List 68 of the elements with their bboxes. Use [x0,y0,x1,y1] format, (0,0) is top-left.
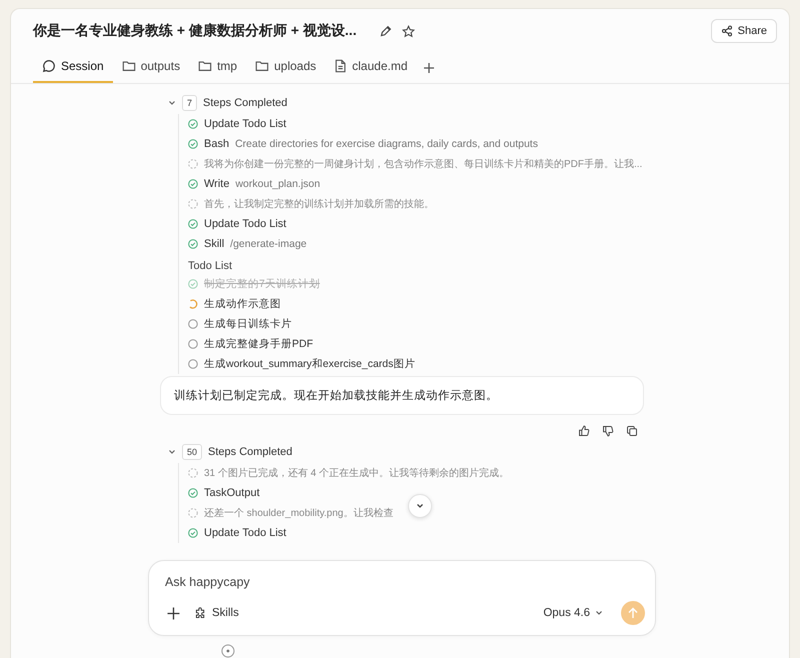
step-detail: 还差一个 shoulder_mobility.png。让我检查 [204,506,394,520]
folder-icon [255,59,270,73]
thumbs-up-icon[interactable] [576,423,592,439]
check-circle-icon [188,279,198,289]
step-detail: /generate-image [230,238,307,250]
empty-circle-icon [188,339,198,349]
add-icon[interactable] [165,604,182,622]
progress-arc-icon [188,299,198,309]
share-icon [720,25,733,37]
star-icon[interactable] [400,22,417,40]
dashed-circle-icon [188,159,198,169]
share-button[interactable]: Share [710,19,777,43]
step-tool-name: Update Todo List [204,218,286,230]
step-detail: workout_plan.json [235,178,320,190]
check-circle-icon [188,239,198,249]
todo-item: 生成动作示意图 [204,297,281,311]
check-circle-icon [188,119,198,129]
todo-item: 制定完整的7天训练计划 [204,277,320,291]
todo-list-heading: Todo List [188,260,234,272]
dashed-circle-icon [188,199,198,209]
todo-item: 生成workout_summary和exercise_cards图片 [204,357,416,371]
check-circle-icon [188,139,198,149]
thumbs-down-icon[interactable] [600,423,616,439]
todo-item: 生成每日训练卡片 [204,317,292,331]
chat-bubble-icon [42,59,56,73]
folder-icon [122,59,136,73]
step-tool-name: Update Todo List [204,118,286,130]
session-title: 你是一名专业健身教练 + 健康数据分析师 + 视觉设... [33,22,357,40]
check-circle-icon [188,488,198,498]
step-tool-name: TaskOutput [204,487,260,499]
dashed-circle-icon [188,468,198,478]
steps-heading: Steps Completed [203,97,288,109]
step-detail: Create directories for exercise diagrams, daily cards, and outputs [235,138,538,150]
step-count-badge: 7 [182,95,198,111]
assistant-message: 训练计划已制定完成。现在开始加载技能并生成动作示意图。 [160,376,644,415]
arrow-up-icon [627,607,639,619]
collapse-icon[interactable] [168,448,176,456]
check-circle-icon [188,179,198,189]
step-tool-name: Write [204,178,230,190]
step-detail: 我将为你创建一份完整的一周健身计划，包含动作示意图、每日训练卡片和精美的PDF手册。让我... [204,158,642,171]
steps-heading: Steps Completed [208,446,292,458]
tab[interactable]: outputs [112,53,190,83]
tab[interactable]: uploads [246,53,326,83]
empty-circle-icon [188,359,198,369]
model-selector[interactable]: Opus 4.6 [537,606,609,620]
step-tool-name: Skill [204,238,224,250]
message-composer[interactable]: Ask happycapy Skills Opus 4.6 [148,560,656,636]
step-count-badge: 50 [182,444,202,460]
message-input[interactable]: Ask happycapy [165,571,645,593]
puzzle-icon [194,606,207,620]
step-tool-name: Update Todo List [204,527,286,539]
tab[interactable]: Session [33,53,113,83]
step-detail: 首先，让我制定完整的训练计划并加载所需的技能。 [204,198,434,211]
step-detail: 31 个图片已完成，还有 4 个正在生成中。让我等待剩余的图片完成。 [204,466,510,480]
document-icon [334,59,348,73]
step-tool-name: Bash [204,138,230,150]
copy-icon[interactable] [624,423,640,439]
tab[interactable]: tmp [189,53,246,83]
tab[interactable]: claude.md [325,53,417,83]
check-circle-icon [188,528,198,538]
caret-icon [595,609,603,617]
skills-button[interactable]: Skills [194,606,239,620]
dashed-circle-icon [188,508,198,518]
folder-icon [198,59,212,73]
todo-item: 生成完整健身手册PDF [204,337,313,351]
check-circle-icon [188,219,198,229]
empty-circle-icon [188,319,198,329]
collapse-icon[interactable] [168,99,176,107]
